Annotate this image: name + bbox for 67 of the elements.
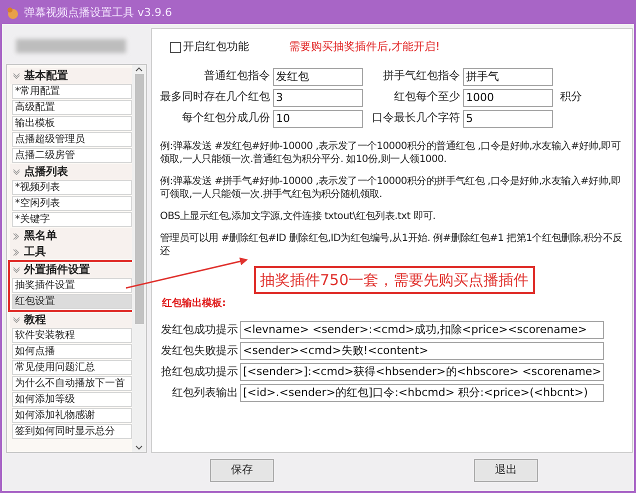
sidebar-item[interactable]: 为什么不自动播放下一首	[12, 376, 132, 391]
sidebar-item[interactable]: 高级配置	[12, 100, 132, 115]
field-label: 红包每个至少	[393, 89, 460, 106]
input-field[interactable]: 3	[273, 88, 363, 106]
dialog-button[interactable]: 保存	[210, 458, 274, 482]
input-field[interactable]: [<id>.<sender>的红包]口令:<hbcmd> 积分:<price>(<hbcnt>)	[240, 384, 604, 402]
input-field[interactable]: 发红包	[273, 68, 363, 86]
checkbox[interactable]	[170, 42, 181, 53]
field-label: 每个红包分成几份	[181, 110, 270, 126]
scrollbar[interactable]	[132, 65, 146, 452]
sidebar-item[interactable]: *空闲列表	[12, 196, 132, 211]
sidebar-item[interactable]: 输出模板	[12, 116, 132, 131]
help-text: 例:弹幕发送 #拼手气#好帅-10000 ,表示发了一个10000积分的拼手气红包 ,口令是好帅,水友输入#好帅,即可领取,一人只能领一次.拼手气红包为积分随机领取.	[160, 174, 622, 200]
callout-box: 抽奖插件750一套，需要先购买点播插件	[254, 266, 535, 294]
sidebar-item[interactable]: *常用配置	[12, 84, 132, 99]
input-field[interactable]: <levname> <sender>:<cmd>成功,扣除<price><scorename>	[240, 321, 604, 339]
input-field[interactable]: 5	[463, 110, 553, 128]
sidebar-section[interactable]: 点播列表	[10, 164, 132, 180]
field-label: 拼手气红包指令	[382, 68, 460, 84]
field-label: 口令最长几个字符	[371, 110, 460, 126]
scroll-thumb[interactable]	[134, 74, 144, 324]
sidebar-section[interactable]: 教程	[10, 312, 132, 328]
checkbox-label: 开启红包功能	[183, 39, 249, 55]
field-label: 抢红包成功提示	[160, 364, 238, 380]
warning-note: 需要购买抽奖插件后,才能开启!	[289, 39, 440, 55]
input-field[interactable]: [<sender>]:<cmd>获得<hbsender>的<hbscore> <scorename>	[240, 363, 604, 381]
field-label: 红包列表输出	[171, 384, 238, 401]
field-label: 最多同时存在几个红包	[159, 89, 270, 106]
input-field[interactable]: <sender><cmd>失败!<content>	[240, 342, 604, 360]
sidebar-item[interactable]: 如何点播	[12, 344, 132, 359]
unit-label: 积分	[559, 89, 583, 106]
app-icon	[6, 6, 20, 20]
section-heading: 红包输出模板:	[160, 296, 227, 311]
window-title: 弹幕视频点播设置工具 v3.9.6	[24, 4, 172, 21]
sidebar-section[interactable]: 外置插件设置	[10, 262, 132, 278]
field-label: 发红包失败提示	[160, 342, 238, 359]
field-label: 普通红包指令	[203, 68, 270, 84]
dialog-button[interactable]: 退出	[474, 458, 538, 482]
chevron-down-icon	[13, 267, 20, 273]
help-text: 例:弹幕发送 #发红包#好帅-10000 ,表示发了一个10000积分的普通红包 ,口令是好帅,水友输入#好帅,即可领取,一人只能领一次.普通红包为积分平分. 如10份,则一人领1000.	[160, 140, 622, 166]
scroll-up-icon[interactable]	[135, 67, 143, 72]
sidebar-item[interactable]: 抽奖插件设置	[12, 278, 132, 293]
sidebar-item[interactable]: *视频列表	[12, 180, 132, 195]
sidebar-section[interactable]: 工具	[10, 244, 132, 260]
sidebar-item[interactable]: 软件安装教程	[12, 328, 132, 343]
sidebar-item[interactable]: 点播超级管理员	[12, 132, 132, 147]
input-field[interactable]: 1000	[463, 88, 553, 106]
field-label: 发红包成功提示	[160, 322, 238, 338]
input-field[interactable]: 10	[273, 110, 363, 128]
input-field[interactable]: 拼手气	[463, 68, 553, 86]
sidebar-item[interactable]: *关键字	[12, 212, 132, 227]
sidebar-item[interactable]: 点播二级房管	[12, 148, 132, 163]
sidebar-item[interactable]: 红包设置	[12, 294, 132, 309]
sidebar-item[interactable]: 如何添加等级	[12, 392, 132, 407]
scroll-down-icon[interactable]	[135, 445, 143, 450]
sidebar-item[interactable]: 常见使用问题汇总	[12, 360, 132, 375]
sidebar-section[interactable]: 基本配置	[10, 68, 132, 84]
chevron-down-icon	[13, 73, 20, 79]
chevron-right-icon	[13, 232, 20, 240]
help-text: OBS上显示红包,添加文字源,文件连接 txtout\红包列表.txt 即可.	[160, 210, 437, 222]
chevron-down-icon	[13, 317, 20, 323]
chevron-down-icon	[13, 169, 20, 175]
sidebar-item[interactable]: 签到如何同时显示总分	[12, 424, 132, 439]
sidebar-section[interactable]: 黑名单	[10, 228, 132, 244]
sidebar-item[interactable]: 如何添加礼物感谢	[12, 408, 132, 423]
help-text: 管理员可以用 #删除红包#ID 删除红包,ID为红包编号,从1开始. 例#删除红包#1 把第1个红包删除,积分不反还	[160, 232, 624, 258]
chevron-right-icon	[13, 248, 20, 256]
